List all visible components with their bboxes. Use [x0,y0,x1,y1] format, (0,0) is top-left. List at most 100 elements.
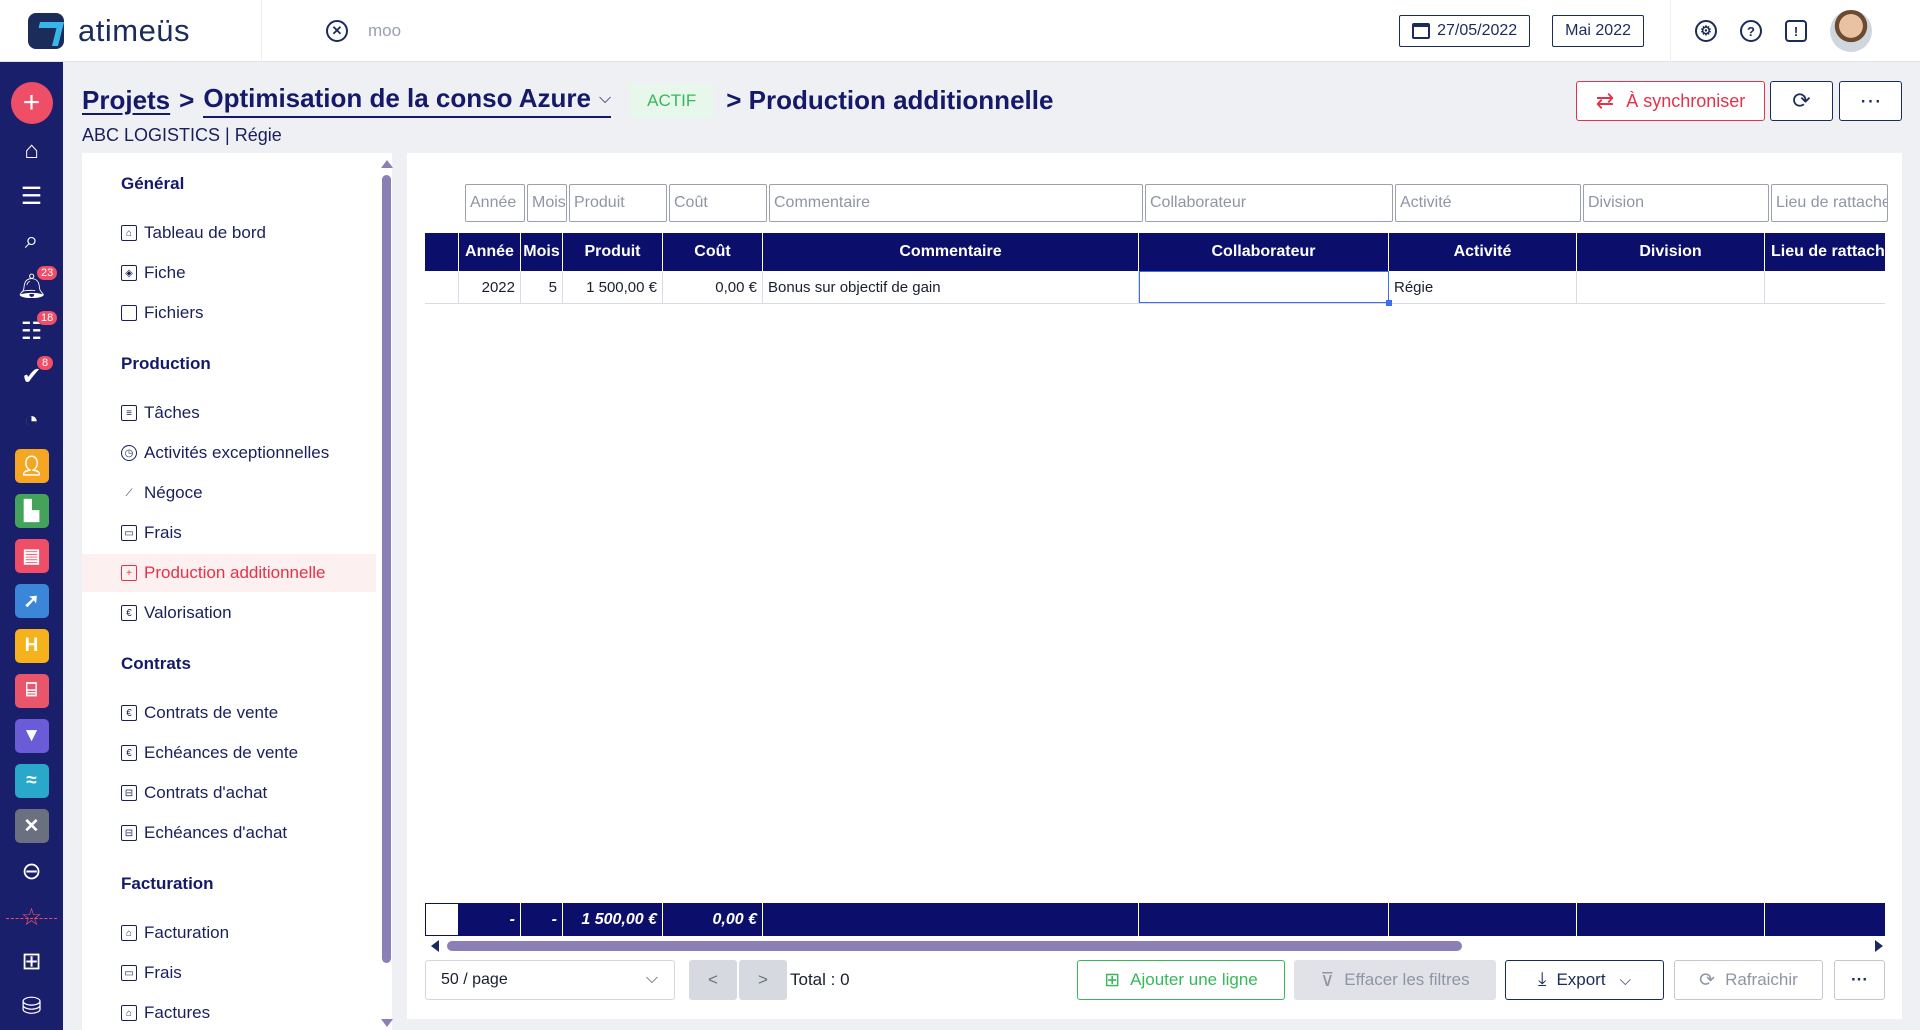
column-header[interactable]: Produit [563,233,663,271]
nav-item-expenses[interactable]: ▭ Frais [82,514,376,552]
database-icon[interactable]: ⛁ [0,986,63,1026]
date-picker[interactable]: 27/05/2022 [1399,15,1531,47]
filter-produit[interactable]: Produit [569,184,667,222]
scroll-left-icon[interactable] [431,940,439,952]
search-icon[interactable]: ⌕ [0,221,63,261]
cell-activite[interactable]: Régie [1389,271,1577,303]
table-row[interactable]: 2022 5 1 500,00 € 0,00 € Bonus sur objec… [425,271,1885,306]
nav-item-invoices[interactable]: ⌂ Factures [82,994,376,1030]
favorites-star-icon[interactable]: ☆ [0,897,63,937]
validations-icon[interactable]: ✔ 8 [0,356,63,396]
column-header[interactable]: Activité [1389,233,1577,271]
cell-commentaire[interactable]: Bonus sur objectif de gain [763,271,1139,303]
search-input[interactable]: moo [368,21,401,41]
transport-app-icon[interactable]: ≈ [0,761,63,801]
cell-division[interactable] [1577,271,1765,303]
nav-item-tasks[interactable]: ≡ Tâches [82,394,376,432]
nav-item-sales-contracts[interactable]: € Contrats de vente [82,694,376,732]
more-options-button[interactable]: ⋯ [1839,81,1902,121]
more-actions-button[interactable]: ··· [1834,960,1885,1000]
refresh-button[interactable]: ⟳ Rafraichir [1674,960,1823,1000]
docs-app-icon[interactable]: ▤ [0,536,63,576]
filter-activite[interactable]: Activité [1395,184,1581,222]
clock-icon: ◷ [121,445,137,461]
nav-item-files[interactable]: Fichiers [82,294,376,332]
breadcrumb-projects[interactable]: Projets [82,85,170,116]
tasks-icon[interactable]: ☷ 18 [0,311,63,351]
sidenav-scrollbar[interactable] [378,153,394,1030]
filter-collaborateur[interactable]: Collaborateur [1145,184,1393,222]
nav-item-billing-expenses[interactable]: ▭ Frais [82,954,376,992]
scroll-right-icon[interactable] [1875,940,1883,952]
create-button[interactable]: + [0,80,63,126]
refresh-icon[interactable]: ⟳ [1770,81,1833,121]
feedback-icon[interactable]: ! [1785,20,1807,42]
cell-lieu[interactable] [1765,271,1885,303]
filter-cout[interactable]: Coût [669,184,767,222]
global-search: ✕ moo [326,19,401,42]
filter-mois[interactable]: Mois [527,184,567,222]
export-button[interactable]: ⤓ Export ⌵ [1505,960,1664,1000]
previous-page-button[interactable]: < [689,960,737,1000]
filter-commentaire[interactable]: Commentaire [769,184,1143,222]
column-header[interactable]: Année [459,233,521,271]
row-selector-header[interactable] [425,233,459,271]
filter-lieu[interactable]: Lieu de rattache [1771,184,1888,222]
nav-item-fiche[interactable]: ◈ Fiche [82,254,376,292]
period-picker[interactable]: Mai 2022 [1552,15,1644,47]
settings-icon[interactable]: ⚙ [1695,20,1717,42]
shop-app-icon[interactable]: ⌸ [0,671,63,711]
grid-horizontal-scrollbar[interactable] [425,939,1885,953]
nav-item-dashboard[interactable]: ⌂ Tableau de bord [82,214,376,252]
back-icon[interactable]: ⊖ [0,851,63,891]
filter-app-icon[interactable]: ▼ [0,716,63,756]
cell-mois[interactable]: 5 [521,271,563,303]
list-icon[interactable]: ☰ [0,176,63,216]
scroll-down-icon[interactable] [381,1019,393,1027]
valuation-icon[interactable]: ⊞ [0,941,63,981]
cell-cout[interactable]: 0,00 € [663,271,763,303]
nav-item-sales-schedules[interactable]: € Echéances de vente [82,734,376,772]
filter-annee[interactable]: Année [465,184,525,222]
synchronize-button[interactable]: ⇄ À synchroniser [1576,81,1765,121]
scroll-thumb[interactable] [382,175,391,963]
notifications-icon[interactable]: 🔔︎ 23 [0,266,63,306]
scroll-thumb[interactable] [447,941,1462,951]
column-header[interactable]: Lieu de rattache [1765,233,1885,271]
column-header[interactable]: Commentaire [763,233,1139,271]
column-header[interactable]: Collaborateur [1139,233,1389,271]
app-logo[interactable]: atimeüs [0,0,262,62]
home-icon[interactable]: ⌂ [0,131,63,171]
tools-app-icon[interactable]: ➚ [0,581,63,621]
nav-item-purchase-schedules[interactable]: ⊟ Echéances d'achat [82,814,376,852]
column-header[interactable]: Mois [521,233,563,271]
column-header[interactable]: Division [1577,233,1765,271]
nav-item-purchase-contracts[interactable]: ⊟ Contrats d'achat [82,774,376,812]
column-header[interactable]: Coût [663,233,763,271]
project-selector[interactable]: Optimisation de la conso Azure ⌵ [203,83,612,118]
add-row-button[interactable]: ⊞ Ajouter une ligne [1077,960,1285,1000]
people-app-icon[interactable]: 👤︎ [0,446,63,486]
nav-item-billing[interactable]: ⌂ Facturation [82,914,376,952]
nav-item-valuation[interactable]: € Valorisation [82,594,376,632]
row-selector[interactable] [425,271,459,303]
clear-search-icon[interactable]: ✕ [326,19,348,42]
cell-annee[interactable]: 2022 [459,271,521,303]
cell-collaborateur-selected[interactable] [1139,271,1389,303]
calculator-icon: + [121,565,137,581]
cell-produit[interactable]: 1 500,00 € [563,271,663,303]
clear-filters-button[interactable]: ⊽ Effacer les filtres [1294,960,1496,1000]
hotel-app-icon[interactable]: H [0,626,63,666]
next-page-button[interactable]: > [739,960,787,1000]
page-size-select[interactable]: 50 / page ⌵ [425,960,675,1000]
nav-item-additional-production[interactable]: + Production additionnelle [82,554,376,592]
nav-item-exceptional-activities[interactable]: ◷ Activités exceptionnelles [82,434,376,472]
filter-division[interactable]: Division [1583,184,1769,222]
user-avatar[interactable] [1830,10,1872,52]
admin-app-icon[interactable]: ✕ [0,806,63,846]
stores-app-icon[interactable]: ▙ [0,491,63,531]
reports-icon[interactable]: ◔ [0,401,63,441]
nav-item-negoce[interactable]: ⟋ Négoce [82,474,376,512]
scroll-up-icon[interactable] [381,160,393,168]
help-icon[interactable]: ? [1740,20,1762,42]
